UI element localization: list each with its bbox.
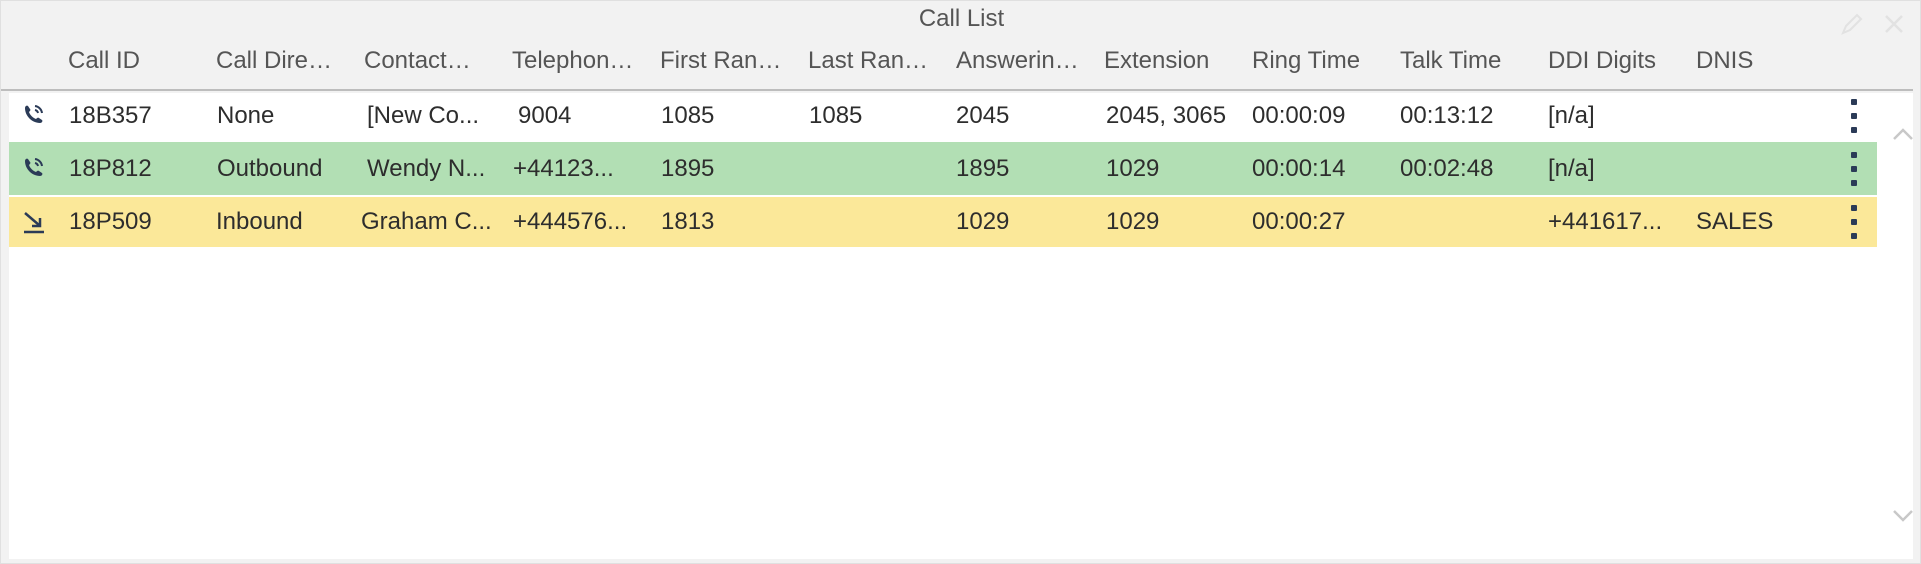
cell-contact: Graham C...	[361, 208, 492, 235]
kebab-menu-icon[interactable]	[1847, 99, 1861, 133]
phone-ringing-icon	[19, 154, 49, 184]
cell-extension: 1029	[1106, 208, 1160, 235]
cell-answering: 1029	[956, 208, 1010, 235]
column-header-telephone[interactable]: Telephon…	[512, 47, 652, 75]
cell-answering: 2045	[956, 102, 1010, 129]
cell-talk-time: 00:02:48	[1400, 154, 1494, 182]
window-title: Call List	[918, 5, 1005, 32]
cell-ddi-digits: [n/a]	[1548, 154, 1595, 182]
cell-first-rang: 1813	[661, 208, 715, 235]
call-list-window: Call List Call ID Call Dire… Contact… Te…	[0, 0, 1921, 564]
call-table-body: 18B357 None [New Co... 9004 1085 1085 20…	[9, 93, 1913, 559]
cell-call-id: 18P812	[69, 154, 152, 182]
cell-extension: 1029	[1106, 154, 1160, 182]
cell-ring-time: 00:00:09	[1252, 102, 1346, 129]
cell-talk-time: 00:13:12	[1400, 102, 1494, 129]
column-header-answering[interactable]: Answerin…	[956, 47, 1096, 75]
column-header-extension[interactable]: Extension	[1104, 47, 1244, 75]
chevron-up-icon[interactable]	[1889, 123, 1917, 147]
inbound-arrow-icon	[19, 207, 49, 237]
column-header-last-rang[interactable]: Last Ran…	[808, 47, 948, 75]
title-bar: Call List	[1, 1, 1921, 37]
chevron-down-icon[interactable]	[1889, 503, 1917, 527]
cell-call-direction: None	[217, 102, 275, 129]
cell-extension: 2045, 3065	[1106, 102, 1227, 129]
column-header-ddi-digits[interactable]: DDI Digits	[1548, 47, 1688, 75]
column-header-dnis[interactable]: DNIS	[1696, 47, 1836, 75]
close-icon[interactable]	[1881, 11, 1907, 37]
cell-ddi-digits: +441617...	[1548, 208, 1663, 235]
table-row[interactable]: 18B357 None [New Co... 9004 1085 1085 20…	[9, 93, 1877, 139]
cell-call-direction: Outbound	[217, 154, 323, 182]
cell-contact: Wendy N...	[367, 154, 486, 182]
kebab-menu-icon[interactable]	[1847, 151, 1861, 186]
column-header-talk-time[interactable]: Talk Time	[1400, 47, 1540, 75]
column-header-call-id[interactable]: Call ID	[68, 47, 208, 75]
cell-telephone: 9004	[518, 102, 572, 129]
cell-first-rang: 1895	[661, 154, 715, 182]
kebab-menu-icon[interactable]	[1847, 205, 1861, 239]
column-header-call-direction[interactable]: Call Dire…	[216, 47, 356, 75]
column-header-ring-time[interactable]: Ring Time	[1252, 47, 1392, 75]
table-row[interactable]: 18P812 Outbound Wendy N... +44123... 189…	[9, 142, 1877, 195]
cell-telephone: +444576...	[513, 208, 628, 235]
cell-contact: [New Co...	[367, 102, 480, 129]
table-row[interactable]: 18P509 Inbound Graham C... +444576... 18…	[9, 197, 1877, 247]
cell-telephone: +44123...	[513, 154, 614, 182]
cell-ring-time: 00:00:14	[1252, 154, 1346, 182]
cell-call-direction: Inbound	[216, 208, 303, 235]
pencil-icon[interactable]	[1839, 11, 1865, 37]
phone-ringing-icon	[19, 101, 49, 131]
cell-dnis: SALES	[1696, 208, 1774, 235]
table-header: Call ID Call Dire… Contact… Telephon… Fi…	[1, 39, 1913, 91]
cell-first-rang: 1085	[661, 102, 715, 129]
cell-last-rang: 1085	[809, 102, 863, 129]
column-header-first-rang[interactable]: First Ran…	[660, 47, 800, 75]
cell-call-id: 18B357	[69, 102, 152, 129]
cell-answering: 1895	[956, 154, 1010, 182]
cell-call-id: 18P509	[69, 208, 152, 235]
column-header-contact[interactable]: Contact…	[364, 47, 504, 75]
cell-ddi-digits: [n/a]	[1548, 102, 1595, 129]
cell-ring-time: 00:00:27	[1252, 208, 1346, 235]
